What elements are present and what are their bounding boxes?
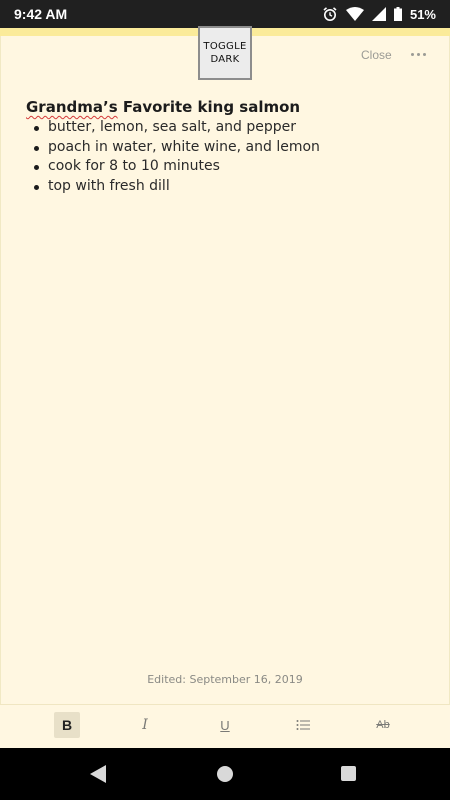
strikethrough-button[interactable]: Ab (370, 712, 396, 738)
spellcheck-word[interactable]: Grandma’s (26, 98, 118, 116)
edited-timestamp: Edited: September 16, 2019 (147, 673, 303, 686)
list-item[interactable]: top with fresh dill (30, 177, 320, 197)
alarm-icon (323, 7, 337, 21)
underline-button[interactable]: U (212, 712, 238, 738)
toggle-label-line2: DARK (210, 54, 240, 65)
dot (411, 52, 414, 56)
status-icons: 51% (322, 6, 436, 22)
battery-icon (393, 7, 402, 21)
toggle-label-line1: TOGGLE (203, 41, 247, 52)
more-options-icon[interactable] (411, 44, 435, 64)
cell-signal-icon (371, 7, 386, 21)
note-title[interactable]: Grandma’s Favorite king salmon (26, 98, 300, 116)
bullet-list-button[interactable] (290, 712, 316, 738)
bold-button[interactable]: B (54, 712, 80, 738)
home-icon[interactable] (217, 766, 233, 782)
dot (417, 52, 420, 56)
note-bullet-list[interactable]: butter, lemon, sea salt, and pepper poac… (30, 118, 320, 196)
recents-icon[interactable] (341, 766, 356, 781)
toggle-dark-button[interactable]: TOGGLE DARK (198, 26, 252, 80)
list-item[interactable]: cook for 8 to 10 minutes (30, 157, 320, 177)
italic-button[interactable]: I (132, 712, 158, 738)
close-button[interactable]: Close (361, 48, 392, 62)
status-bar: 9:42 AM 51% (0, 0, 450, 28)
back-icon[interactable] (90, 765, 106, 783)
dot (423, 52, 426, 56)
status-time: 9:42 AM (14, 6, 68, 22)
note-title-rest: Favorite king salmon (117, 98, 301, 116)
format-toolbar: B I U Ab (0, 704, 450, 748)
wifi-icon (345, 7, 364, 21)
battery-percent: 51% (409, 6, 436, 22)
bullet-list-icon (296, 720, 310, 730)
list-item[interactable]: butter, lemon, sea salt, and pepper (30, 118, 320, 138)
system-nav-bar (0, 748, 450, 800)
list-item[interactable]: poach in water, white wine, and lemon (30, 138, 320, 158)
